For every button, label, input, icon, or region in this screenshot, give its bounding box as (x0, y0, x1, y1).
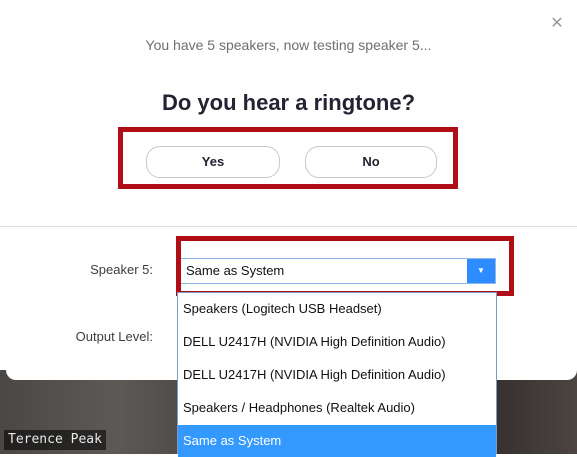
output-level-label: Output Level: (75, 329, 153, 344)
participant-name: Terence Peak (4, 430, 106, 450)
buttons-highlight-box (118, 127, 458, 189)
speaker-label: Speaker 5: (90, 262, 153, 277)
speaker-option[interactable]: Speakers / Headphones (Realtek Audio) (178, 392, 496, 424)
select-highlight-box (176, 236, 514, 296)
speaker-option[interactable]: DELL U2417H (NVIDIA High Definition Audi… (178, 359, 496, 391)
section-divider (0, 226, 577, 227)
close-icon[interactable]: ✕ (548, 15, 566, 33)
speaker-option[interactable]: DELL U2417H (NVIDIA High Definition Audi… (178, 326, 496, 358)
ringtone-question: Do you hear a ringtone? (161, 90, 416, 115)
speaker-option-selected[interactable]: Same as System (178, 425, 496, 457)
testing-status-text: You have 5 speakers, now testing speaker… (145, 37, 432, 53)
speaker-dropdown-list: Speakers (Logitech USB Headset) DELL U24… (177, 292, 497, 457)
speaker-option[interactable]: Speakers (Logitech USB Headset) (178, 293, 496, 325)
